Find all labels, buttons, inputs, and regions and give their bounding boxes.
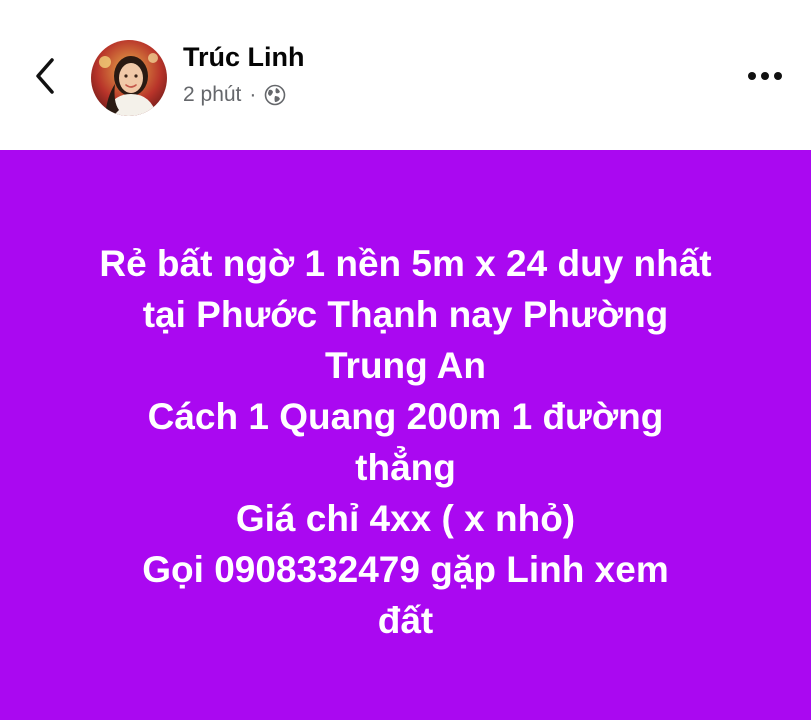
post-text-line: thẳng [355, 447, 456, 488]
post-text-line: Giá chỉ 4xx ( x nhỏ) [235, 498, 576, 539]
post-text-line: Rẻ bất ngờ 1 nền 5m x 24 duy nhất [99, 243, 712, 284]
globe-icon[interactable] [264, 84, 286, 106]
more-horizontal-icon [748, 72, 782, 80]
author-name[interactable]: Trúc Linh [183, 42, 305, 73]
more-options-button[interactable] [740, 58, 790, 94]
back-button[interactable] [26, 52, 66, 100]
meta-separator: · [249, 83, 257, 106]
post-background-card[interactable]: Rẻ bất ngờ 1 nền 5m x 24 duy nhất tại Ph… [0, 150, 811, 720]
post-time[interactable]: 2 phút [183, 83, 241, 107]
avatar-image [91, 40, 167, 116]
post-meta: 2 phút · [183, 80, 286, 110]
post-text-line: Cách 1 Quang 200m 1 đường [147, 396, 664, 437]
post-text-line: tại Phước Thạnh nay Phường [142, 294, 669, 335]
post-text-line: đất [377, 600, 434, 641]
avatar[interactable] [91, 40, 167, 116]
post-text: Rẻ bất ngờ 1 nền 5m x 24 duy nhất tại Ph… [40, 238, 771, 646]
chevron-left-icon [36, 58, 54, 94]
post-text-line: Trung An [325, 345, 486, 386]
post-header: Trúc Linh 2 phút · [0, 0, 811, 150]
post-text-line: Gọi 0908332479 gặp Linh xem [142, 549, 669, 590]
